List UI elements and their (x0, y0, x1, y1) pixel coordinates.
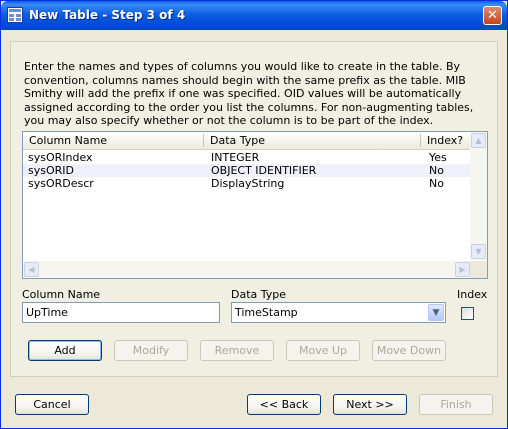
back-button[interactable]: << Back (247, 394, 321, 415)
next-button[interactable]: Next >> (333, 394, 407, 415)
header-column-name[interactable]: Column Name (23, 134, 204, 147)
cell-data-type: DisplayString (211, 177, 285, 190)
header-index[interactable]: Index? (421, 134, 471, 147)
horizontal-scrollbar[interactable]: ◀ ▶ (23, 261, 471, 278)
move-up-button[interactable]: Move Up (286, 340, 360, 361)
move-down-button[interactable]: Move Down (372, 340, 446, 361)
title-bar[interactable]: New Table - Step 3 of 4 ✕ (1, 1, 507, 30)
arrow-left-icon[interactable]: ◀ (24, 262, 39, 277)
table-icon (7, 7, 23, 23)
cell-column-name: sysORIndex (28, 151, 93, 164)
table-row[interactable]: sysORID OBJECT IDENTIFIER No (23, 164, 471, 177)
vertical-scrollbar[interactable]: ▲ ▼ (470, 132, 487, 260)
modify-button[interactable]: Modify (114, 340, 188, 361)
cell-index: Yes (429, 151, 447, 164)
index-label: Index (457, 288, 488, 301)
index-checkbox[interactable] (461, 307, 474, 320)
add-button[interactable]: Add (28, 340, 102, 361)
table-row[interactable]: sysORDescr DisplayString No (23, 177, 471, 190)
close-icon[interactable]: ✕ (483, 6, 502, 25)
cell-column-name: sysORID (28, 164, 74, 177)
scrollbar-corner (470, 261, 487, 278)
data-type-select[interactable]: TimeStamp ▼ (231, 302, 446, 323)
cell-index: No (429, 164, 444, 177)
list-header: Column Name Data Type Index? (23, 132, 471, 150)
column-name-label: Column Name (22, 288, 101, 301)
remove-button[interactable]: Remove (200, 340, 274, 361)
cell-column-name: sysORDescr (28, 177, 94, 190)
cell-data-type: OBJECT IDENTIFIER (211, 164, 317, 177)
table-row[interactable]: sysORIndex INTEGER Yes (23, 151, 471, 164)
arrow-right-icon[interactable]: ▶ (455, 262, 470, 277)
finish-button[interactable]: Finish (419, 394, 493, 415)
header-data-type[interactable]: Data Type (204, 134, 421, 147)
columns-list[interactable]: Column Name Data Type Index? sysORIndex … (22, 131, 488, 279)
chevron-down-icon[interactable]: ▼ (428, 304, 444, 321)
window-title: New Table - Step 3 of 4 (29, 8, 186, 22)
cell-index: No (429, 177, 444, 190)
instructions-text: Enter the names and types of columns you… (24, 60, 474, 128)
cell-data-type: INTEGER (211, 151, 260, 164)
content-panel: Enter the names and types of columns you… (10, 41, 498, 377)
wizard-window: New Table - Step 3 of 4 ✕ Enter the name… (0, 0, 508, 429)
column-name-input[interactable]: UpTime (22, 302, 220, 323)
data-type-label: Data Type (231, 288, 287, 301)
arrow-up-icon[interactable]: ▲ (471, 133, 486, 148)
arrow-down-icon[interactable]: ▼ (471, 244, 486, 259)
data-type-value: TimeStamp (235, 306, 298, 319)
cancel-button[interactable]: Cancel (15, 394, 89, 415)
